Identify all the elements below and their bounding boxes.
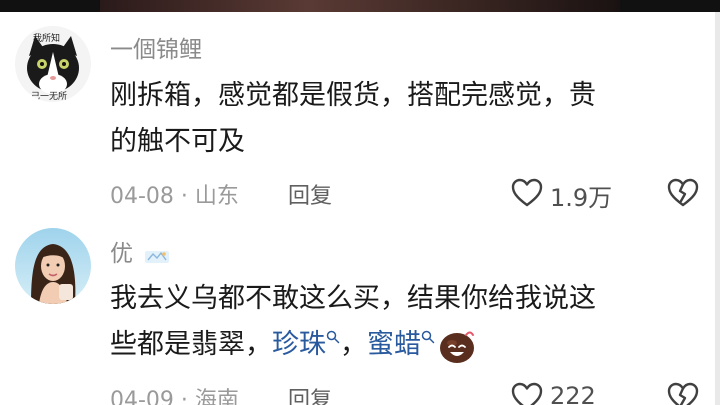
username-text[interactable]: 优 [110,241,133,267]
avatar-text-bottom: 己一无所 [31,91,67,102]
username-text[interactable]: 一個锦鲤 [110,37,202,63]
user-badge-icon [144,246,170,264]
like-button[interactable]: 1.9万 [510,176,612,212]
comment-date: 04-08 [110,184,174,209]
heart-icon [511,178,543,207]
comment-line: 刚拆箱，感觉都是假货，搭配完感觉，贵 [110,80,596,111]
dislike-button[interactable] [666,380,700,405]
search-tag-link[interactable]: 蜜蜡 [367,329,435,360]
comment-text: 些都是翡翠， [110,329,272,360]
date-location: 04-09 · 海南 [110,382,239,405]
comment-item: 优 我去义乌都不敢这么买，结果你给我说这 些都是翡翠，珍珠 ，蜜蜡 04-09 ·… [0,222,715,405]
scroll-edge [715,12,720,405]
comment-item: 我所知 己一无所 一個锦鲤 刚拆箱，感觉都是假货，搭配完感觉，贵 的触不可及 0… [0,12,715,220]
comment-line: 的触不可及 [110,126,245,157]
girl-avatar-icon[interactable] [15,228,91,304]
dislike-button[interactable] [666,176,700,210]
like-button[interactable]: 222 [510,380,596,405]
like-count: 222 [550,382,596,405]
date-location: 04-08 · 山东 [110,178,239,210]
comment-date: 04-09 [110,388,174,405]
video-frame-strip [0,0,720,12]
reply-button[interactable]: 回复 [288,382,332,405]
comment-meta: 04-09 · 海南 回复 222 [110,380,715,405]
comment-line: 些都是翡翠，珍珠 ，蜜蜡 [110,322,690,368]
laughing-emoji-icon [440,331,474,363]
comment-text: ， [340,329,367,360]
comment-location: 海南 [194,388,239,405]
broken-heart-icon [667,382,699,405]
like-count: 1.9万 [550,184,613,212]
username[interactable]: 优 [110,234,170,268]
comment-meta: 04-08 · 山东 回复 1.9万 [110,176,715,212]
reply-button[interactable]: 回复 [288,178,332,210]
comment-line: 我去义乌都不敢这么买，结果你给我说这 [110,283,596,314]
comment-body: 我去义乌都不敢这么买，结果你给我说这 些都是翡翠，珍珠 ，蜜蜡 [110,276,690,368]
date-separator: · [173,388,195,405]
heart-icon [511,382,543,405]
comment-location: 山东 [194,184,239,209]
broken-heart-icon [667,178,699,207]
cat-avatar-icon[interactable]: 我所知 己一无所 [15,26,91,102]
search-tag-text[interactable]: 蜜蜡 [367,329,421,360]
date-separator: · [173,184,195,209]
search-tag-text[interactable]: 珍珠 [272,329,326,360]
search-tag-link[interactable]: 珍珠 [272,329,340,360]
avatar-text-top: 我所知 [33,32,60,44]
search-icon [326,330,340,344]
comment-body: 刚拆箱，感觉都是假货，搭配完感觉，贵 的触不可及 [110,73,690,165]
video-frame-image [100,0,620,12]
username[interactable]: 一個锦鲤 [110,30,202,64]
search-icon [421,330,435,344]
